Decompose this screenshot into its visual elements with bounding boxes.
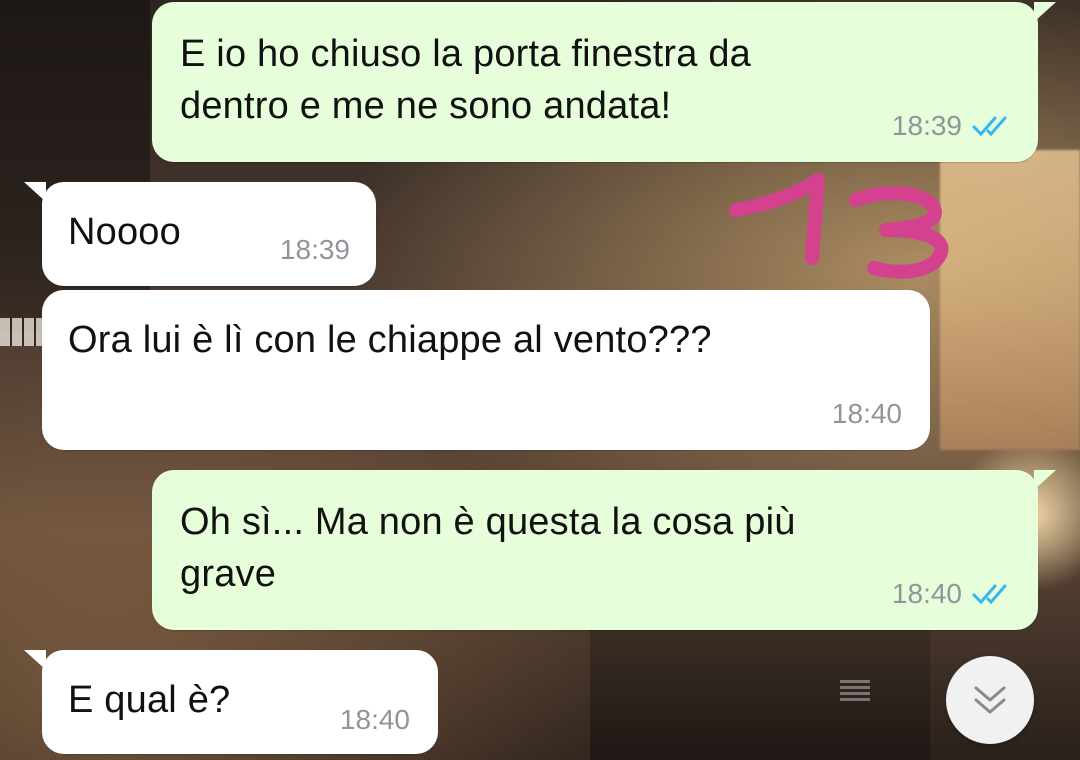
- message-text: E io ho chiuso la porta finestra da dent…: [180, 33, 752, 127]
- outgoing-message[interactable]: E io ho chiuso la porta finestra da dent…: [152, 2, 1056, 162]
- double-check-icon: [972, 116, 1007, 137]
- message-time: 18:40: [831, 398, 902, 429]
- message-meta: 18:40: [892, 578, 1016, 610]
- incoming-message[interactable]: E qual è? 18:40: [24, 650, 438, 754]
- scroll-to-bottom-button[interactable]: [946, 656, 1034, 744]
- message-meta: 18:40: [340, 704, 410, 736]
- message-text: Ora lui è lì con le chiappe al vento???: [68, 319, 712, 361]
- message-meta: 18:39: [892, 110, 1016, 142]
- message-text: Oh sì... Ma non è questa la cosa più gra…: [180, 501, 796, 595]
- handwritten-annotation-13: [729, 173, 949, 279]
- message-text: Noooo: [68, 211, 181, 253]
- message-meta: 18:39: [280, 234, 350, 266]
- message-time: 18:40: [339, 704, 410, 735]
- message-time: 18:39: [279, 234, 350, 265]
- outgoing-message[interactable]: Oh sì... Ma non è questa la cosa più gra…: [152, 470, 1056, 630]
- double-check-icon: [972, 584, 1007, 605]
- message-time: 18:40: [891, 578, 962, 609]
- wallpaper-window: [940, 150, 1080, 450]
- wallpaper-tv-vent: [840, 680, 870, 704]
- incoming-message[interactable]: Noooo 18:39: [24, 182, 376, 286]
- double-chevron-down-icon: [974, 686, 1006, 714]
- message-text: E qual è?: [68, 679, 231, 721]
- message-time: 18:39: [891, 110, 962, 141]
- incoming-message[interactable]: Ora lui è lì con le chiappe al vento??? …: [42, 290, 930, 450]
- wallpaper-tv-stand: [590, 625, 930, 760]
- message-meta: 18:40: [832, 398, 902, 430]
